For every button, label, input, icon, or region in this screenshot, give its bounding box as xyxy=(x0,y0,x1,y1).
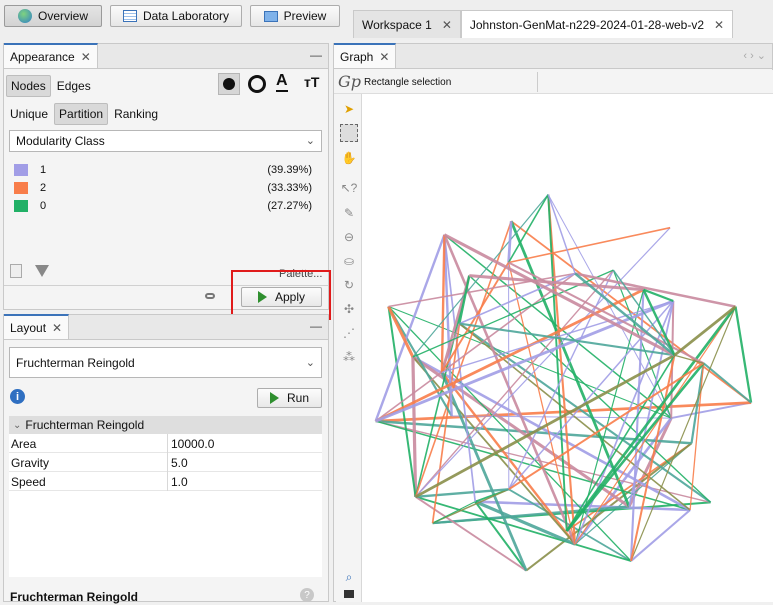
more-icon[interactable] xyxy=(344,590,354,598)
globe-icon xyxy=(18,9,32,23)
size-icon[interactable] xyxy=(248,75,266,93)
link-icon[interactable] xyxy=(205,293,215,299)
element-tabs: Nodes Edges xyxy=(6,75,95,97)
minimize-icon[interactable]: — xyxy=(310,319,322,333)
zoom-icon[interactable]: ⌕ xyxy=(340,568,358,586)
graph-options-bar: Gp Rectangle selection xyxy=(334,70,773,94)
graph-canvas[interactable] xyxy=(362,94,773,602)
property-row[interactable]: Gravity 5.0 xyxy=(9,453,322,472)
partition-swatch[interactable] xyxy=(14,164,28,176)
data-laboratory-button[interactable]: Data Laboratory xyxy=(110,5,242,27)
heat-map-icon[interactable]: ↻ xyxy=(340,276,358,294)
tab-johnston-genmat[interactable]: Johnston-GenMat-n229-2024-01-28-web-v2 ✕ xyxy=(461,10,733,38)
add-edge-icon[interactable]: ⋰ xyxy=(340,324,358,342)
color-palette-icon[interactable] xyxy=(218,73,240,95)
monitor-icon xyxy=(264,11,278,22)
tab-nodes[interactable]: Nodes xyxy=(6,75,51,97)
copy-icon[interactable] xyxy=(10,264,22,278)
partition-row[interactable]: 0 (27.27%) xyxy=(14,198,314,214)
properties-blank-area xyxy=(9,491,322,577)
info-icon[interactable]: i xyxy=(10,389,25,404)
minimize-icon[interactable]: — xyxy=(310,48,322,62)
preview-button[interactable]: Preview xyxy=(250,5,340,27)
chevron-down-icon: ⌄ xyxy=(13,420,21,431)
graph-edge xyxy=(704,363,752,402)
help-icon[interactable]: ? xyxy=(300,588,314,602)
property-row[interactable]: Speed 1.0 xyxy=(9,472,322,491)
pointer-icon[interactable]: ➤ xyxy=(340,100,358,118)
drag-icon[interactable]: ✋ xyxy=(340,149,358,167)
workspace-tabs: Workspace 1 ✕ Johnston-GenMat-n229-2024-… xyxy=(353,10,733,38)
overview-button[interactable]: Overview xyxy=(4,5,102,27)
table-icon xyxy=(123,10,137,22)
graph-edge xyxy=(389,307,672,419)
tab-partition[interactable]: Partition xyxy=(54,103,108,125)
graph-edge xyxy=(736,307,752,403)
graph-logo-icon: Gp xyxy=(338,72,361,91)
shortest-path-icon[interactable]: ⁂ xyxy=(340,348,358,366)
property-row[interactable]: Area 10000.0 xyxy=(9,434,322,453)
edit-icon[interactable]: ↖? xyxy=(340,179,358,197)
sizer-icon[interactable]: ⊖ xyxy=(340,228,358,246)
tab-edges[interactable]: Edges xyxy=(53,76,95,96)
run-button[interactable]: Run xyxy=(257,388,322,408)
attribute-select[interactable]: Modularity Class ⌄ xyxy=(9,130,322,152)
appearance-tab-row: Appearance ✕ — xyxy=(4,44,328,69)
tab-ranking[interactable]: Ranking xyxy=(110,104,162,124)
highlight-box xyxy=(231,270,331,320)
graph-edge xyxy=(575,274,735,307)
partition-row[interactable]: 1 (39.39%) xyxy=(14,162,314,178)
tab-workspace-1[interactable]: Workspace 1 ✕ xyxy=(353,10,461,38)
graph-tools: ➤ ✋ ↖? ✎ ⊖ ⛀ ↻ ✣ ⋰ ⁂ ⌕ xyxy=(336,94,362,602)
tab-layout[interactable]: Layout ✕ xyxy=(4,314,69,339)
toolbar-divider xyxy=(537,72,538,92)
partition-row[interactable]: 2 (33.33%) xyxy=(14,180,314,196)
rectangle-selection-icon[interactable] xyxy=(340,124,358,142)
partition-swatch[interactable] xyxy=(14,200,28,212)
label-color-icon[interactable]: A xyxy=(276,72,288,92)
graph-edge xyxy=(509,301,674,489)
tab-unique[interactable]: Unique xyxy=(6,104,52,124)
filter-icon[interactable] xyxy=(35,265,49,277)
close-icon[interactable]: ✕ xyxy=(442,18,452,32)
properties-section-header[interactable]: ⌄ Fruchterman Reingold xyxy=(9,416,322,434)
graph-edge xyxy=(509,228,670,263)
mode-tabs: Unique Partition Ranking xyxy=(6,103,162,125)
close-icon[interactable]: ✕ xyxy=(81,50,91,64)
play-icon xyxy=(270,392,279,404)
layout-tab-row: Layout ✕ — xyxy=(4,315,328,340)
layout-algorithm-select[interactable]: Fruchterman Reingold ⌄ xyxy=(9,347,322,378)
bucket-icon[interactable]: ⛀ xyxy=(340,252,358,270)
graph-tab-row: Graph ✕ ‹ › ⌄ xyxy=(334,44,772,69)
graph-edge xyxy=(442,235,445,373)
chevron-down-icon: ⌄ xyxy=(306,356,315,369)
graph-edge xyxy=(548,195,567,532)
close-icon[interactable]: ✕ xyxy=(379,50,389,64)
label-size-icon[interactable]: тT xyxy=(304,74,319,90)
network-graph[interactable] xyxy=(362,94,773,602)
add-node-icon[interactable]: ✣ xyxy=(340,300,358,318)
chevron-down-icon: ⌄ xyxy=(306,134,315,147)
partition-swatch[interactable] xyxy=(14,182,28,194)
nav-arrows-icon[interactable]: ‹ › ⌄ xyxy=(743,49,766,62)
close-icon[interactable]: ✕ xyxy=(52,321,62,335)
tab-graph[interactable]: Graph ✕ xyxy=(334,43,396,68)
tab-appearance[interactable]: Appearance ✕ xyxy=(4,43,98,68)
graph-edge xyxy=(442,372,526,570)
painter-icon[interactable]: ✎ xyxy=(340,204,358,222)
close-icon[interactable]: ✕ xyxy=(714,18,724,32)
